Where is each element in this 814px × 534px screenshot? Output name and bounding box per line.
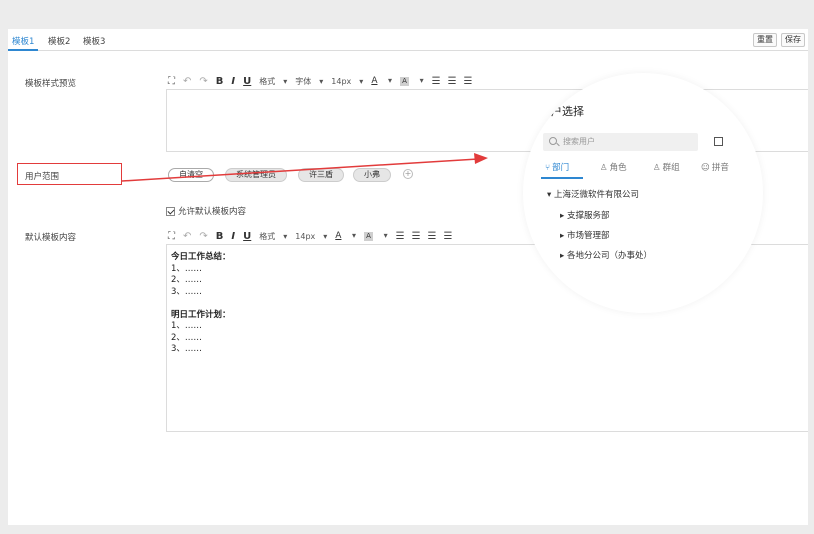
annotation-arrowhead: [474, 153, 488, 164]
annotation-arrow-line: [121, 158, 479, 182]
template-settings-page: 模板1 模板2 模板3 重置 保存 模板样式预览 ⛶ ↶ ↷ B I U 格式 ▾…: [8, 29, 808, 525]
annotation-arrow: [121, 153, 488, 182]
